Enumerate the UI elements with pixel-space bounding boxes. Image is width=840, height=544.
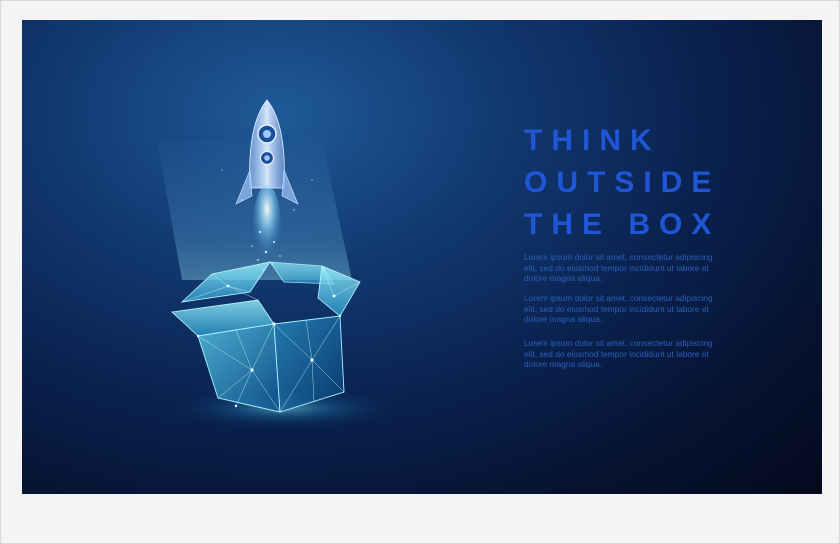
- body-paragraph-2: Lorem ipsum dolor sit amet, consectetur …: [524, 293, 713, 324]
- poster-image: THINK OUTSIDE THE BOX Lorem ipsum dolor …: [22, 20, 822, 494]
- headline-line-1: THINK: [524, 124, 661, 157]
- headline: THINK OUTSIDE THE BOX: [524, 120, 814, 246]
- headline-line-2: OUTSIDE: [524, 166, 721, 199]
- open-box-icon: [171, 261, 361, 413]
- headline-line-3: THE BOX: [524, 208, 721, 241]
- image-frame: THINK OUTSIDE THE BOX Lorem ipsum dolor …: [0, 0, 840, 544]
- body-paragraph-1: Lorem ipsum dolor sit amet, consectetur …: [524, 252, 713, 283]
- body-paragraph-3: Lorem ipsum dolor sit amet, consectetur …: [524, 338, 713, 369]
